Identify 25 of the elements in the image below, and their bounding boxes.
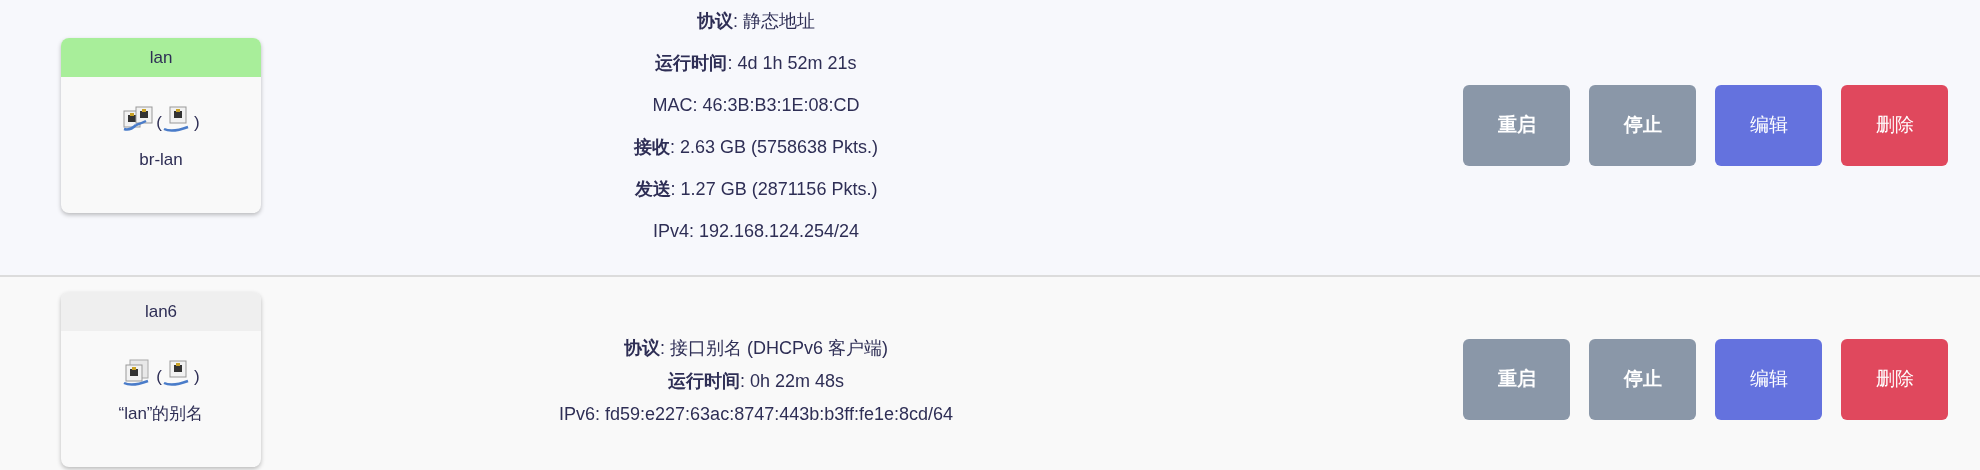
action-button[interactable]: 删除 [1841,339,1948,420]
status-line: MAC: 46:3B:B3:1E:08:CD [652,94,860,117]
device-name: “lan”的别名 [118,403,204,425]
status-line: 发送: 1.27 GB (2871156 Pkts.) [634,178,878,201]
bracket: ) [194,365,200,388]
status-line: 接收: 2.63 GB (5758638 Pkts.) [633,136,879,159]
action-button[interactable]: 编辑 [1715,85,1822,166]
status-line: 协议: 接口别名 (DHCPv6 客户端) [624,337,888,360]
action-button[interactable]: 重启 [1463,85,1570,166]
status-line: 运行时间: 4d 1h 52m 21s [655,52,857,75]
device-name: br-lan [139,149,183,171]
status-line: IPv6: fd59:e227:63ac:8747:443b:b3ff:fe1e:8cd/64 [559,403,953,426]
action-button[interactable]: 编辑 [1715,339,1822,420]
bracket: ) [194,111,200,134]
action-button[interactable]: 停止 [1589,339,1696,420]
action-button[interactable]: 删除 [1841,85,1948,166]
interface-name: lan [61,38,261,77]
status-line: 协议: 静态地址 [697,10,815,33]
bracket: ( [156,365,162,388]
action-button[interactable]: 停止 [1589,85,1696,166]
bracket: ( [156,111,162,134]
status-line: IPv4: 192.168.124.254/24 [652,220,860,243]
status-line: 运行时间: 0h 22m 48s [667,370,845,393]
action-button[interactable]: 重启 [1463,339,1570,420]
interface-name: lan6 [61,292,261,331]
